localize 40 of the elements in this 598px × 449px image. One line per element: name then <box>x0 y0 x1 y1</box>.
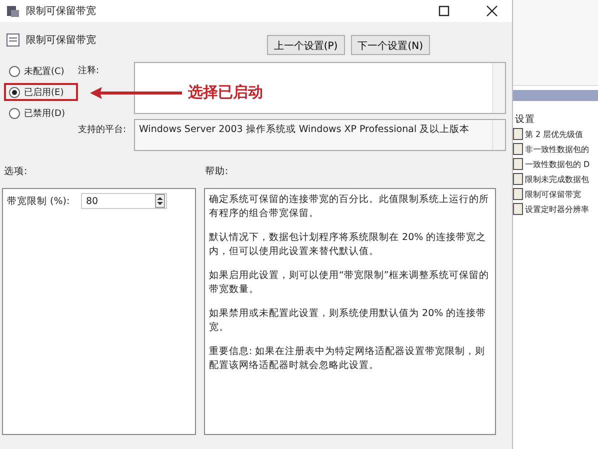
supported-label: 支持的平台: <box>78 124 128 136</box>
close-icon[interactable] <box>486 5 498 17</box>
number-spinner[interactable]: 80 <box>81 193 167 209</box>
supported-platform-text: Windows Server 2003 操作系统或 Windows XP Professional 及以上版本 <box>138 123 471 137</box>
help-label: 帮助: <box>205 165 228 178</box>
setting-list-item[interactable]: 限制未完成数据包 <box>513 173 598 185</box>
help-paragraph: 默认情况下，数据包计划程序将系统限制在 20% 的连接带宽之内，但可以使用此设置来替代默认值。 <box>209 231 488 259</box>
nav-button[interactable]: 上一个设置(P) <box>266 35 345 55</box>
options-label: 选项: <box>4 165 28 178</box>
setting-list-item[interactable]: 一致性数据包的 D <box>513 158 598 170</box>
setting-icon <box>513 158 523 170</box>
window-title: 限制可保留带宽 <box>26 4 96 18</box>
field-label: 带宽限制 (%): <box>7 194 71 208</box>
nav-button[interactable]: 下一个设置(N) <box>350 35 430 55</box>
setting-list-item[interactable]: 第 2 层优先级值 <box>513 128 598 140</box>
setting-icon <box>513 173 523 185</box>
radio-option[interactable]: 已禁用(D) <box>4 104 78 122</box>
setting-icon <box>513 143 523 155</box>
policy-icon <box>6 33 20 47</box>
setting-icon <box>513 203 523 215</box>
scrollbar <box>492 63 505 113</box>
setting-list-item[interactable]: 限制可保留带宽 <box>513 188 598 200</box>
radio-option[interactable]: 未配置(C) <box>4 62 78 80</box>
maximize-icon[interactable] <box>438 5 450 17</box>
policy-icon <box>6 4 20 18</box>
setting-list-item[interactable]: 非一致性数据包的 <box>513 143 598 155</box>
help-paragraph: 如果启用此设置，则可以使用“带宽限制”框来调整系统可保留的带宽数量。 <box>209 269 490 297</box>
help-paragraph: 如果禁用或未配置此设置，则系统使用默认值为 20% 的连接带宽。 <box>209 307 488 335</box>
radio-option[interactable]: 已启用(E) <box>4 83 78 101</box>
setting-list-item[interactable]: 设置定时器分辨率 <box>513 203 598 215</box>
help-paragraph: 重要信息: 如果在注册表中为特定网络适配器设置带宽限制，则配置该网络适配器时就会忽略此设置。 <box>209 345 486 373</box>
comment-label: 注释: <box>78 64 100 77</box>
setting-icon <box>513 128 523 140</box>
annotation-text: 选择已启动 <box>188 83 263 102</box>
column-header: 设置 <box>514 113 536 127</box>
spinner-arrows-icon[interactable] <box>155 194 165 208</box>
setting-name: 限制可保留带宽 <box>26 34 96 47</box>
setting-icon <box>513 188 523 200</box>
help-paragraph: 确定系统可保留的连接带宽的百分比。此值限制系统上运行的所有程序的组合带宽保留。 <box>209 193 490 221</box>
comment-field[interactable] <box>134 62 506 114</box>
